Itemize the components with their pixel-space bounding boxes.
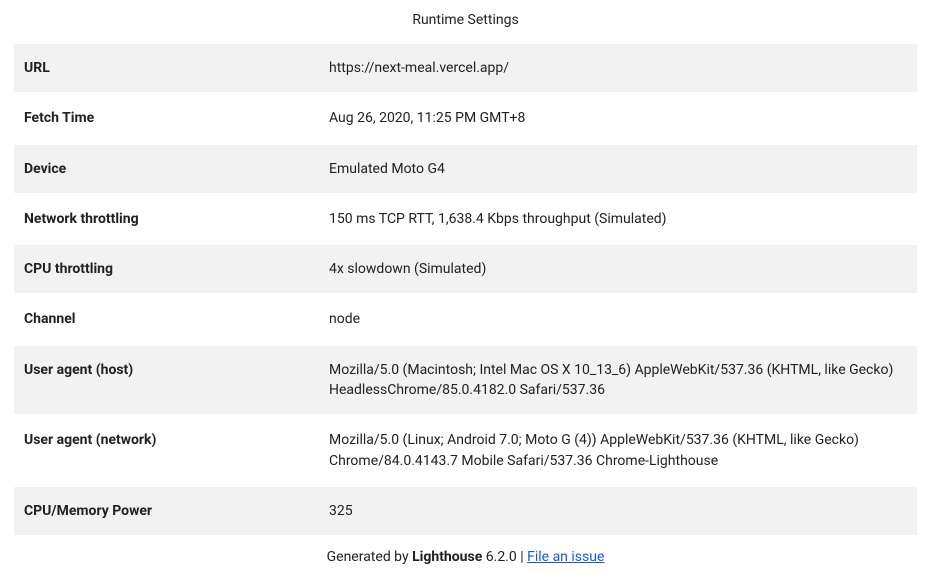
setting-value: https://next-meal.vercel.app/ <box>319 44 917 92</box>
setting-value: node <box>319 295 917 343</box>
product-version: 6.2.0 <box>482 549 516 565</box>
separator: | <box>517 549 527 565</box>
setting-value: 4x slowdown (Simulated) <box>319 245 917 293</box>
table-row: Device Emulated Moto G4 <box>14 145 917 193</box>
generated-prefix: Generated by <box>327 549 412 565</box>
table-row: User agent (host) Mozilla/5.0 (Macintosh… <box>14 346 917 415</box>
table-row: URL https://next-meal.vercel.app/ <box>14 44 917 92</box>
setting-value: Mozilla/5.0 (Linux; Android 7.0; Moto G … <box>319 416 917 485</box>
setting-label: User agent (network) <box>14 416 319 485</box>
setting-label: User agent (host) <box>14 346 319 415</box>
setting-label: Channel <box>14 295 319 343</box>
table-row: CPU throttling 4x slowdown (Simulated) <box>14 245 917 293</box>
setting-label: URL <box>14 44 319 92</box>
setting-label: Network throttling <box>14 195 319 243</box>
setting-value: Aug 26, 2020, 11:25 PM GMT+8 <box>319 94 917 142</box>
setting-value: 325 <box>319 487 917 535</box>
table-row: Network throttling 150 ms TCP RTT, 1,638… <box>14 195 917 243</box>
setting-label: CPU throttling <box>14 245 319 293</box>
product-name: Lighthouse <box>412 549 482 565</box>
runtime-settings-table: URL https://next-meal.vercel.app/ Fetch … <box>14 42 917 537</box>
table-row: CPU/Memory Power 325 <box>14 487 917 535</box>
setting-value: Mozilla/5.0 (Macintosh; Intel Mac OS X 1… <box>319 346 917 415</box>
setting-value: 150 ms TCP RTT, 1,638.4 Kbps throughput … <box>319 195 917 243</box>
table-row: Fetch Time Aug 26, 2020, 11:25 PM GMT+8 <box>14 94 917 142</box>
setting-value: Emulated Moto G4 <box>319 145 917 193</box>
table-row: Channel node <box>14 295 917 343</box>
setting-label: Fetch Time <box>14 94 319 142</box>
table-row: User agent (network) Mozilla/5.0 (Linux;… <box>14 416 917 485</box>
file-issue-link[interactable]: File an issue <box>527 549 604 565</box>
section-title: Runtime Settings <box>14 12 917 28</box>
setting-label: Device <box>14 145 319 193</box>
setting-label: CPU/Memory Power <box>14 487 319 535</box>
footer: Generated by Lighthouse 6.2.0 | File an … <box>14 549 917 565</box>
